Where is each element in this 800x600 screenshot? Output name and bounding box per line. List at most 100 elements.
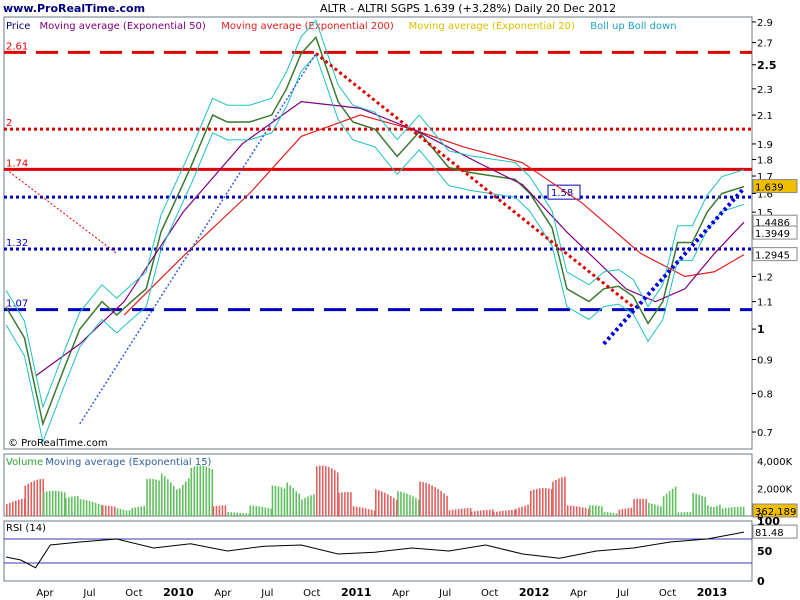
- x-tick-label: 2011: [341, 586, 372, 599]
- volume-bar: [733, 507, 736, 516]
- volume-bar: [572, 505, 575, 516]
- volume-bar: [701, 495, 703, 516]
- legend-item: Moving average (Exponential 20): [409, 21, 575, 32]
- volume-bar: [657, 505, 659, 516]
- volume-bar: [518, 507, 520, 516]
- level-label: 1.32: [6, 238, 28, 249]
- volume-tick-label: 4,000K: [757, 457, 793, 468]
- volume-bar: [301, 499, 303, 516]
- volume-bar: [137, 506, 140, 516]
- volume-bar: [727, 507, 730, 516]
- volume-bar: [443, 493, 445, 516]
- volume-bar: [662, 496, 665, 516]
- volume-bar: [158, 480, 160, 516]
- volume-bar: [584, 507, 587, 516]
- volume-bar: [719, 504, 721, 516]
- volume-bar: [330, 468, 333, 516]
- x-tick-label: 2013: [697, 586, 728, 599]
- y-tick-label: 1.9: [757, 140, 773, 151]
- volume-bar: [224, 505, 227, 516]
- volume-bar: [473, 511, 476, 516]
- volume-bar: [397, 491, 399, 516]
- volume-bar: [77, 496, 79, 516]
- volume-bar: [485, 509, 488, 516]
- volume-bar: [535, 488, 538, 516]
- volume-bar: [113, 506, 116, 516]
- y-tick-label: 0.7: [757, 428, 773, 439]
- volume-bar: [286, 482, 289, 516]
- watermark: © ProRealTime.com: [8, 438, 108, 449]
- volume-bar: [695, 493, 697, 516]
- volume-bar: [633, 499, 635, 516]
- volume-bar: [45, 491, 48, 516]
- volume-bar: [569, 505, 572, 516]
- volume-bar: [406, 493, 408, 516]
- volume-bar: [375, 489, 377, 516]
- volume-bar: [122, 509, 125, 516]
- volume-bar: [493, 512, 495, 516]
- volume-bar: [131, 508, 134, 516]
- volume-bar: [196, 465, 199, 516]
- volume-bar: [119, 509, 122, 516]
- volume-panel[interactable]: Volume Moving average (Exponential 15) 36…: [3, 453, 798, 518]
- volume-bar: [215, 505, 218, 516]
- volume-bar: [448, 510, 451, 516]
- volume-bar: [721, 508, 724, 516]
- value-tag-label: 1.639: [755, 183, 784, 194]
- volume-bar: [434, 487, 436, 516]
- volume-bar: [422, 482, 424, 516]
- volume-bar: [390, 496, 392, 516]
- volume-bar: [440, 491, 442, 516]
- stock-chart[interactable]: www.ProRealTime.com ALTR - ALTRI SGPS 1.…: [0, 0, 800, 600]
- volume-bar: [271, 485, 274, 516]
- level-label: 1.74: [6, 158, 28, 169]
- price-panel[interactable]: Price Moving average (Exponential 50) Movi…: [3, 16, 753, 450]
- volume-bar: [128, 510, 131, 516]
- volume-bar: [101, 505, 104, 516]
- volume-bar: [110, 506, 113, 516]
- volume-bar: [261, 506, 264, 516]
- volume-bar: [621, 509, 624, 516]
- volume-bar: [547, 488, 550, 516]
- volume-bar: [654, 504, 656, 516]
- volume-bar: [24, 485, 27, 516]
- volume-bar: [370, 509, 373, 516]
- volume-bar: [163, 476, 166, 516]
- volume-bar: [143, 506, 146, 516]
- volume-bar: [460, 508, 463, 516]
- volume-bar: [51, 490, 54, 516]
- volume-bar: [199, 465, 202, 516]
- volume-bar: [603, 511, 606, 516]
- site-name[interactable]: www.ProRealTime.com: [3, 2, 145, 15]
- y-tick-label: 1: [757, 323, 765, 336]
- volume-bar: [352, 506, 355, 516]
- volume-bar: [178, 488, 181, 516]
- volume-bar: [258, 506, 261, 516]
- volume-bar: [642, 498, 644, 516]
- volume-bar: [208, 467, 211, 516]
- volume-bar: [645, 499, 647, 516]
- volume-bar: [598, 505, 600, 516]
- volume-bar: [60, 491, 63, 516]
- rsi-panel[interactable]: RSI (14) 81.48: [3, 520, 798, 582]
- volume-bar: [648, 502, 650, 516]
- volume-bar: [529, 490, 532, 516]
- volume-bar: [212, 506, 215, 516]
- rsi-tick-label: 100: [757, 515, 780, 528]
- volume-bar: [400, 491, 402, 516]
- volume-bar: [393, 497, 395, 516]
- volume-bar: [624, 508, 627, 516]
- volume-bar: [552, 481, 554, 516]
- volume-bar: [333, 470, 336, 516]
- volume-bar: [615, 513, 618, 516]
- volume-bar: [298, 493, 301, 516]
- volume-bar: [561, 477, 563, 516]
- volume-bar: [252, 505, 255, 516]
- volume-bar: [71, 496, 73, 516]
- value-tag-label: 1.2945: [755, 251, 790, 262]
- volume-bar: [384, 492, 386, 516]
- volume-bar: [338, 492, 340, 516]
- y-tick-label: 0.8: [757, 389, 773, 400]
- volume-bar: [736, 506, 739, 516]
- level-label: 2: [6, 118, 12, 129]
